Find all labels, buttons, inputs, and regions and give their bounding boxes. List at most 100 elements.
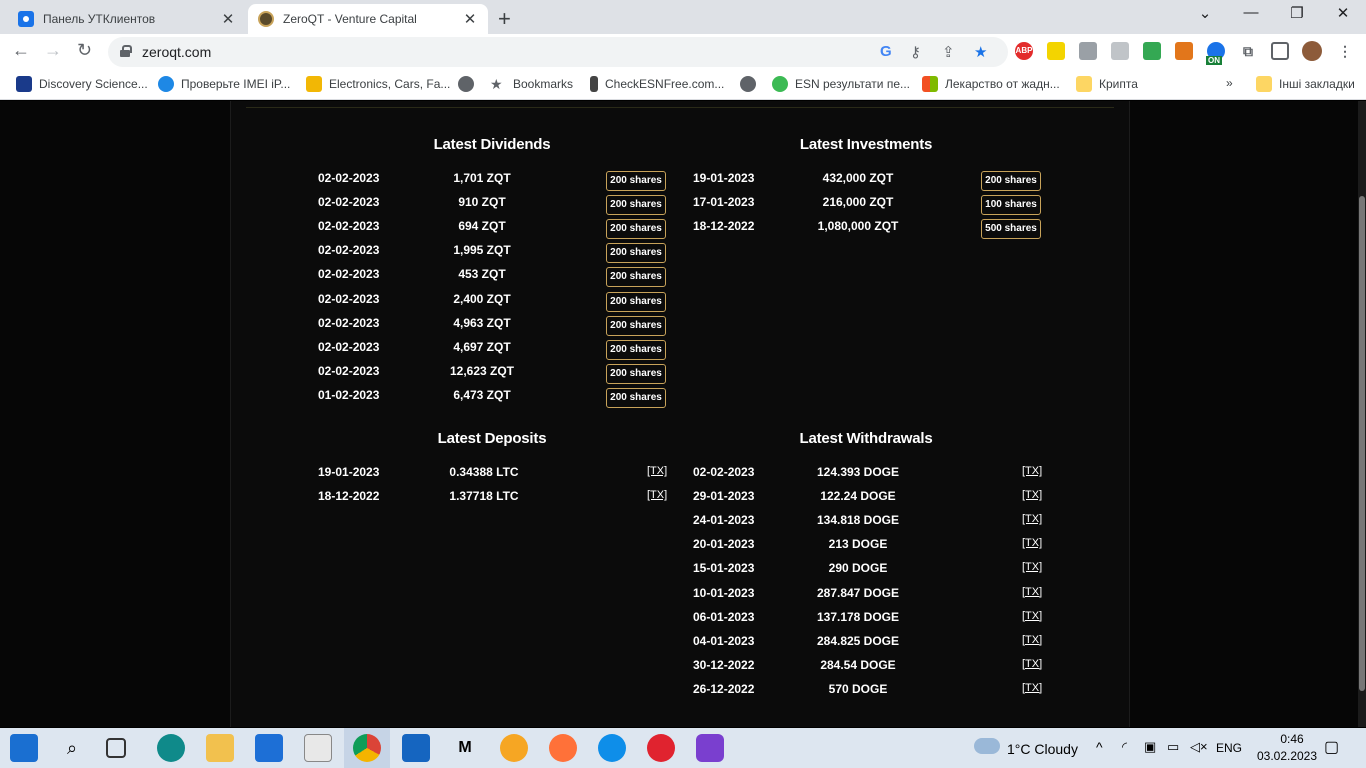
tx-link[interactable]: [TX] [1022,634,1042,646]
side-panel-icon[interactable] [1271,42,1289,60]
tab-panel-utclients[interactable]: Панель УТКлиентов ✕ [8,4,246,34]
puzzle-extensions-icon[interactable]: ⧉ [1239,42,1257,60]
tx-link[interactable]: [TX] [1022,513,1042,525]
extension-color-icon[interactable] [1047,42,1065,60]
tab-search-chevron-icon[interactable]: ⌄ [1182,4,1228,22]
notifications-icon[interactable]: ▢ [1324,737,1339,757]
document-icon[interactable] [402,734,430,762]
tx-link[interactable]: [TX] [1022,465,1042,477]
lock-icon [120,45,132,57]
row-amount: 6,473 ZQT [453,387,511,402]
row-date: 29-01-2023 [693,489,755,504]
bookmark-discovery[interactable]: Discovery Science... [16,76,148,92]
key-icon[interactable]: ⚷ [910,43,921,61]
camera-icon[interactable]: ▣ [1144,739,1156,755]
address-bar[interactable]: zeroqt.com G ⚷ ⇪ ★ [108,37,1008,67]
esn-icon [772,76,788,92]
withdrawals-row: 24-01-2023 134.818 DOGE [TX] [693,509,1043,533]
share-icon[interactable]: ⇪ [942,43,955,61]
adblock-icon[interactable]: ABP [1015,42,1033,60]
minimize-button[interactable]: — [1228,4,1274,21]
row-amount: 12,623 ZQT [449,363,515,378]
windows-start-icon[interactable] [10,734,38,762]
shares-badge: 200 shares [606,363,666,384]
close-window-button[interactable]: ✕ [1320,4,1366,22]
tx-link[interactable]: [TX] [1022,610,1042,622]
metamask-fox-icon[interactable] [1175,42,1193,60]
file-explorer-icon[interactable] [206,734,234,762]
tx-link[interactable]: [TX] [1022,586,1042,598]
row-date: 26-12-2022 [693,681,755,696]
bookmark-imei[interactable]: Проверьте IMEI iP... [158,76,290,92]
row-amount: 453 ZQT [458,267,506,282]
tx-link[interactable]: [TX] [1022,561,1042,573]
row-date: 19-01-2023 [693,171,755,185]
bookmark-checkesnfree[interactable]: CheckESNFree.com... [590,76,724,92]
network-icon[interactable]: ◜ [1122,739,1127,755]
app-infinity-icon[interactable] [696,734,724,762]
extension-screen-icon[interactable] [1079,42,1097,60]
tx-link[interactable]: [TX] [1022,537,1042,549]
task-view-icon[interactable] [106,738,126,758]
search-icon[interactable]: ⌕ [58,734,86,762]
bookmarks-overflow-chevron-icon[interactable]: » [1226,76,1233,90]
opera-icon[interactable] [647,734,675,762]
clock-date[interactable]: 03.02.2023 [1252,749,1322,763]
google-drive-icon[interactable] [1143,42,1161,60]
row-amount: 287.847 DOGE [816,585,900,600]
vpn-app-icon[interactable] [500,734,528,762]
language-indicator[interactable]: ENG [1216,741,1242,755]
mail-icon[interactable] [255,734,283,762]
bookmark-folder-other[interactable]: Інші закладки [1256,76,1355,92]
weather-cloud-icon[interactable] [974,738,1000,754]
close-tab-icon[interactable]: ✕ [462,10,478,28]
profile-avatar[interactable] [1302,41,1322,61]
google-icon[interactable]: G [880,43,892,60]
bookmark-star-icon[interactable]: ★ [974,43,987,61]
extension-on-badge: ON [1206,56,1222,65]
row-amount: 284.825 DOGE [816,633,900,648]
firefox-icon[interactable] [549,734,577,762]
row-date: 02-02-2023 [318,315,380,330]
bookmark-electronics[interactable]: Electronics, Cars, Fa... [306,76,450,92]
maximize-button[interactable]: ❐ [1274,4,1320,22]
bookmark-globe[interactable] [458,76,481,92]
shield-icon[interactable] [1111,42,1129,60]
tab-zeroqt[interactable]: ZeroQT - Venture Capital ✕ [248,4,488,34]
chrome-icon[interactable] [353,734,381,762]
bookmark-esn[interactable]: ESN результати пе... [772,76,910,92]
reload-icon[interactable]: ↻ [77,40,92,61]
bookmark-globe-2[interactable] [740,76,763,92]
back-arrow-icon[interactable]: ← [12,40,30,61]
close-tab-icon[interactable]: ✕ [220,10,236,28]
dividends-row: 02-02-2023 2,400 ZQT 200 shares [318,288,668,312]
battery-icon[interactable]: ▭ [1167,739,1179,755]
dividends-row: 01-02-2023 6,473 ZQT 200 shares [318,384,668,408]
url-text: zeroqt.com [142,44,212,60]
teamviewer-icon[interactable] [598,734,626,762]
dividends-row: 02-02-2023 694 ZQT 200 shares [318,215,668,240]
volume-muted-icon[interactable]: ◁× [1190,739,1208,755]
page-scrollbar[interactable] [1358,101,1366,727]
shares-badge: 200 shares [606,291,666,312]
forward-arrow-icon[interactable]: → [44,40,62,61]
scrollbar-thumb[interactable] [1359,196,1365,691]
dividends-row: 02-02-2023 453 ZQT 200 shares [318,263,668,288]
tx-link[interactable]: [TX] [647,489,667,501]
tray-chevron-up-icon[interactable]: ^ [1096,739,1103,755]
m-app-icon[interactable]: M [451,734,479,762]
tx-link[interactable]: [TX] [1022,658,1042,670]
bookmark-lekarstvo[interactable]: Лекарство от жадн... [922,76,1060,92]
bookmark-folder-kripta[interactable]: Крипта [1076,76,1138,92]
bookmark-bookmarks[interactable]: ★ Bookmarks [490,76,573,92]
weather-text[interactable]: 1°C Cloudy [1007,741,1078,757]
tx-link[interactable]: [TX] [1022,682,1042,694]
store-icon[interactable] [304,734,332,762]
new-tab-button[interactable]: + [498,6,511,32]
edge-icon[interactable] [157,734,185,762]
tx-link[interactable]: [TX] [647,465,667,477]
tx-link[interactable]: [TX] [1022,489,1042,501]
menu-kebab-icon[interactable]: ⋮ [1336,42,1354,60]
clock-time[interactable]: 0:46 [1262,732,1322,746]
tab-favicon-icon [18,11,34,27]
